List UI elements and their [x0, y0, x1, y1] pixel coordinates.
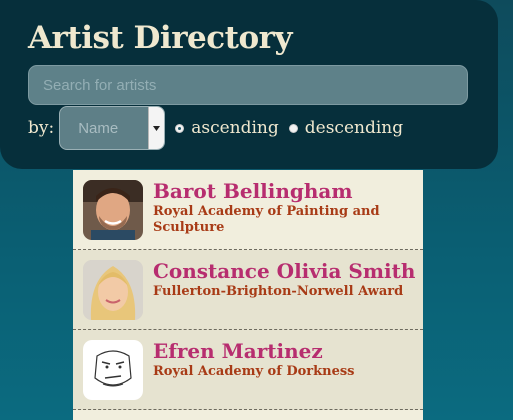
- sort-field-value: Name: [78, 119, 119, 137]
- app-title: Artist Directory: [28, 20, 292, 56]
- artist-award: Royal Academy of Painting and Sculpture: [153, 204, 380, 235]
- artist-row[interactable]: Constance Olivia Smith Fullerton-Brighto…: [73, 250, 423, 330]
- search-panel: Artist Directory by: Name ascending desc…: [0, 0, 498, 169]
- artist-name: Efren Martinez: [153, 339, 323, 363]
- artist-row[interactable]: Efren Martinez Royal Academy of Dorkness: [73, 330, 423, 410]
- dropdown-arrow-icon[interactable]: [148, 107, 165, 149]
- artist-row[interactable]: Barot Bellingham Royal Academy of Painti…: [73, 170, 423, 250]
- search-input[interactable]: [28, 65, 468, 105]
- artist-photo: [83, 260, 143, 320]
- descending-radio[interactable]: [288, 123, 298, 133]
- artist-list: Barot Bellingham Royal Academy of Painti…: [73, 170, 423, 420]
- artist-name: Barot Bellingham: [153, 179, 353, 203]
- artist-name: Constance Olivia Smith: [153, 259, 416, 283]
- ascending-label[interactable]: ascending: [191, 118, 279, 138]
- sort-field-select[interactable]: Name: [59, 106, 166, 150]
- descending-label[interactable]: descending: [305, 118, 403, 138]
- ascending-radio[interactable]: [175, 123, 185, 133]
- sort-row: by: Name ascending descending: [28, 106, 403, 150]
- sort-by-label: by:: [28, 118, 55, 138]
- artist-photo: [83, 340, 143, 400]
- artist-award: Fullerton-Brighton-Norwell Award: [153, 284, 404, 299]
- artist-photo: [83, 180, 143, 240]
- artist-award: Royal Academy of Dorkness: [153, 364, 355, 379]
